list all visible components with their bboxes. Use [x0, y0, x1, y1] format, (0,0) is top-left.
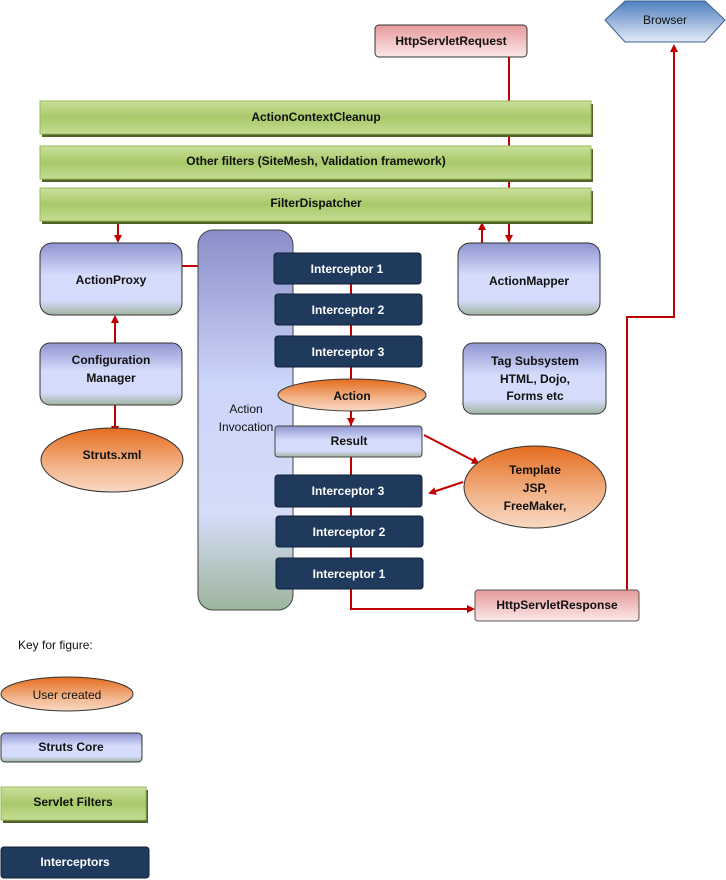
tag-subsystem-node: Tag Subsystem HTML, Dojo, Forms etc — [462, 342, 607, 415]
action-invocation-node: Action Invocation — [197, 229, 294, 611]
interceptor-out-3-label: Interceptor 3 — [312, 484, 385, 498]
configuration-manager-label-1: Configuration — [72, 353, 151, 367]
interceptor-in-2-label: Interceptor 2 — [312, 303, 385, 317]
action-context-cleanup-label: ActionContextCleanup — [251, 110, 380, 124]
interceptor-out-3: Interceptor 3 — [274, 474, 423, 508]
interceptor-in-1-label: Interceptor 1 — [311, 262, 384, 276]
filter-other-filters: Other filters (SiteMesh, Validation fram… — [39, 145, 593, 182]
other-filters-label: Other filters (SiteMesh, Validation fram… — [186, 154, 445, 168]
legend-title: Key for figure: — [18, 638, 93, 652]
interceptor-in-3: Interceptor 3 — [274, 335, 423, 368]
result-label: Result — [331, 434, 368, 448]
configuration-manager-node: Configuration Manager — [39, 342, 183, 406]
action-node: Action — [277, 378, 427, 412]
http-response-label: HttpServletResponse — [496, 598, 618, 612]
template-node: Template JSP, FreeMaker, — [463, 445, 607, 529]
action-invocation-label-1: Action — [229, 402, 262, 416]
legend-struts-core-label: Struts Core — [38, 740, 104, 754]
arrow-interceptor-to-response — [350, 589, 475, 613]
interceptor-out-1-label: Interceptor 1 — [313, 567, 386, 581]
legend: Key for figure: User created Struts Core… — [0, 638, 150, 879]
http-response-node: HttpServletResponse — [474, 589, 640, 622]
interceptor-out-1: Interceptor 1 — [275, 557, 424, 590]
tag-subsystem-label-3: Forms etc — [506, 389, 564, 403]
http-request-label: HttpServletRequest — [395, 34, 506, 48]
action-mapper-label: ActionMapper — [489, 274, 569, 288]
struts-xml-label: Struts.xml — [83, 448, 142, 462]
action-proxy-label: ActionProxy — [76, 273, 147, 287]
action-invocation-label-2: Invocation — [219, 420, 274, 434]
legend-servlet-filters: Servlet Filters — [0, 786, 148, 823]
legend-interceptors-label: Interceptors — [40, 855, 110, 869]
action-proxy-node: ActionProxy — [39, 242, 183, 316]
filter-dispatcher-label: FilterDispatcher — [270, 196, 362, 210]
legend-servlet-filters-label: Servlet Filters — [33, 795, 113, 809]
result-node: Result — [274, 425, 423, 458]
action-mapper-node: ActionMapper — [457, 242, 601, 316]
interceptor-in-3-label: Interceptor 3 — [312, 345, 385, 359]
template-label-2: JSP, — [523, 481, 547, 495]
action-label: Action — [333, 389, 370, 403]
legend-user-created-label: User created — [33, 688, 102, 702]
arrow-response-to-browser — [626, 44, 678, 590]
configuration-manager-label-2: Manager — [86, 371, 136, 385]
legend-interceptors: Interceptors — [0, 846, 150, 879]
interceptor-in-2: Interceptor 2 — [274, 293, 423, 326]
tag-subsystem-label-1: Tag Subsystem — [491, 354, 579, 368]
http-request-node: HttpServletRequest — [374, 24, 528, 58]
interceptor-out-2: Interceptor 2 — [275, 515, 424, 548]
arrow-template-to-interceptor — [428, 481, 464, 495]
legend-user-created: User created — [0, 676, 134, 712]
template-label-3: FreeMaker, — [504, 499, 567, 513]
struts-xml-node: Struts.xml — [40, 427, 184, 493]
browser-label: Browser — [643, 13, 687, 27]
filter-dispatcher: FilterDispatcher — [39, 187, 593, 224]
browser-node: Browser — [604, 0, 726, 43]
arrow-result-to-template — [423, 434, 480, 464]
interceptor-out-2-label: Interceptor 2 — [313, 525, 386, 539]
struts2-architecture-diagram: Browser HttpServletRequest ActionContext… — [0, 0, 726, 880]
template-label-1: Template — [509, 463, 561, 477]
tag-subsystem-label-2: HTML, Dojo, — [500, 372, 570, 386]
interceptor-in-1: Interceptor 1 — [273, 252, 422, 285]
filter-action-context-cleanup: ActionContextCleanup — [39, 100, 593, 137]
legend-struts-core: Struts Core — [0, 732, 143, 763]
